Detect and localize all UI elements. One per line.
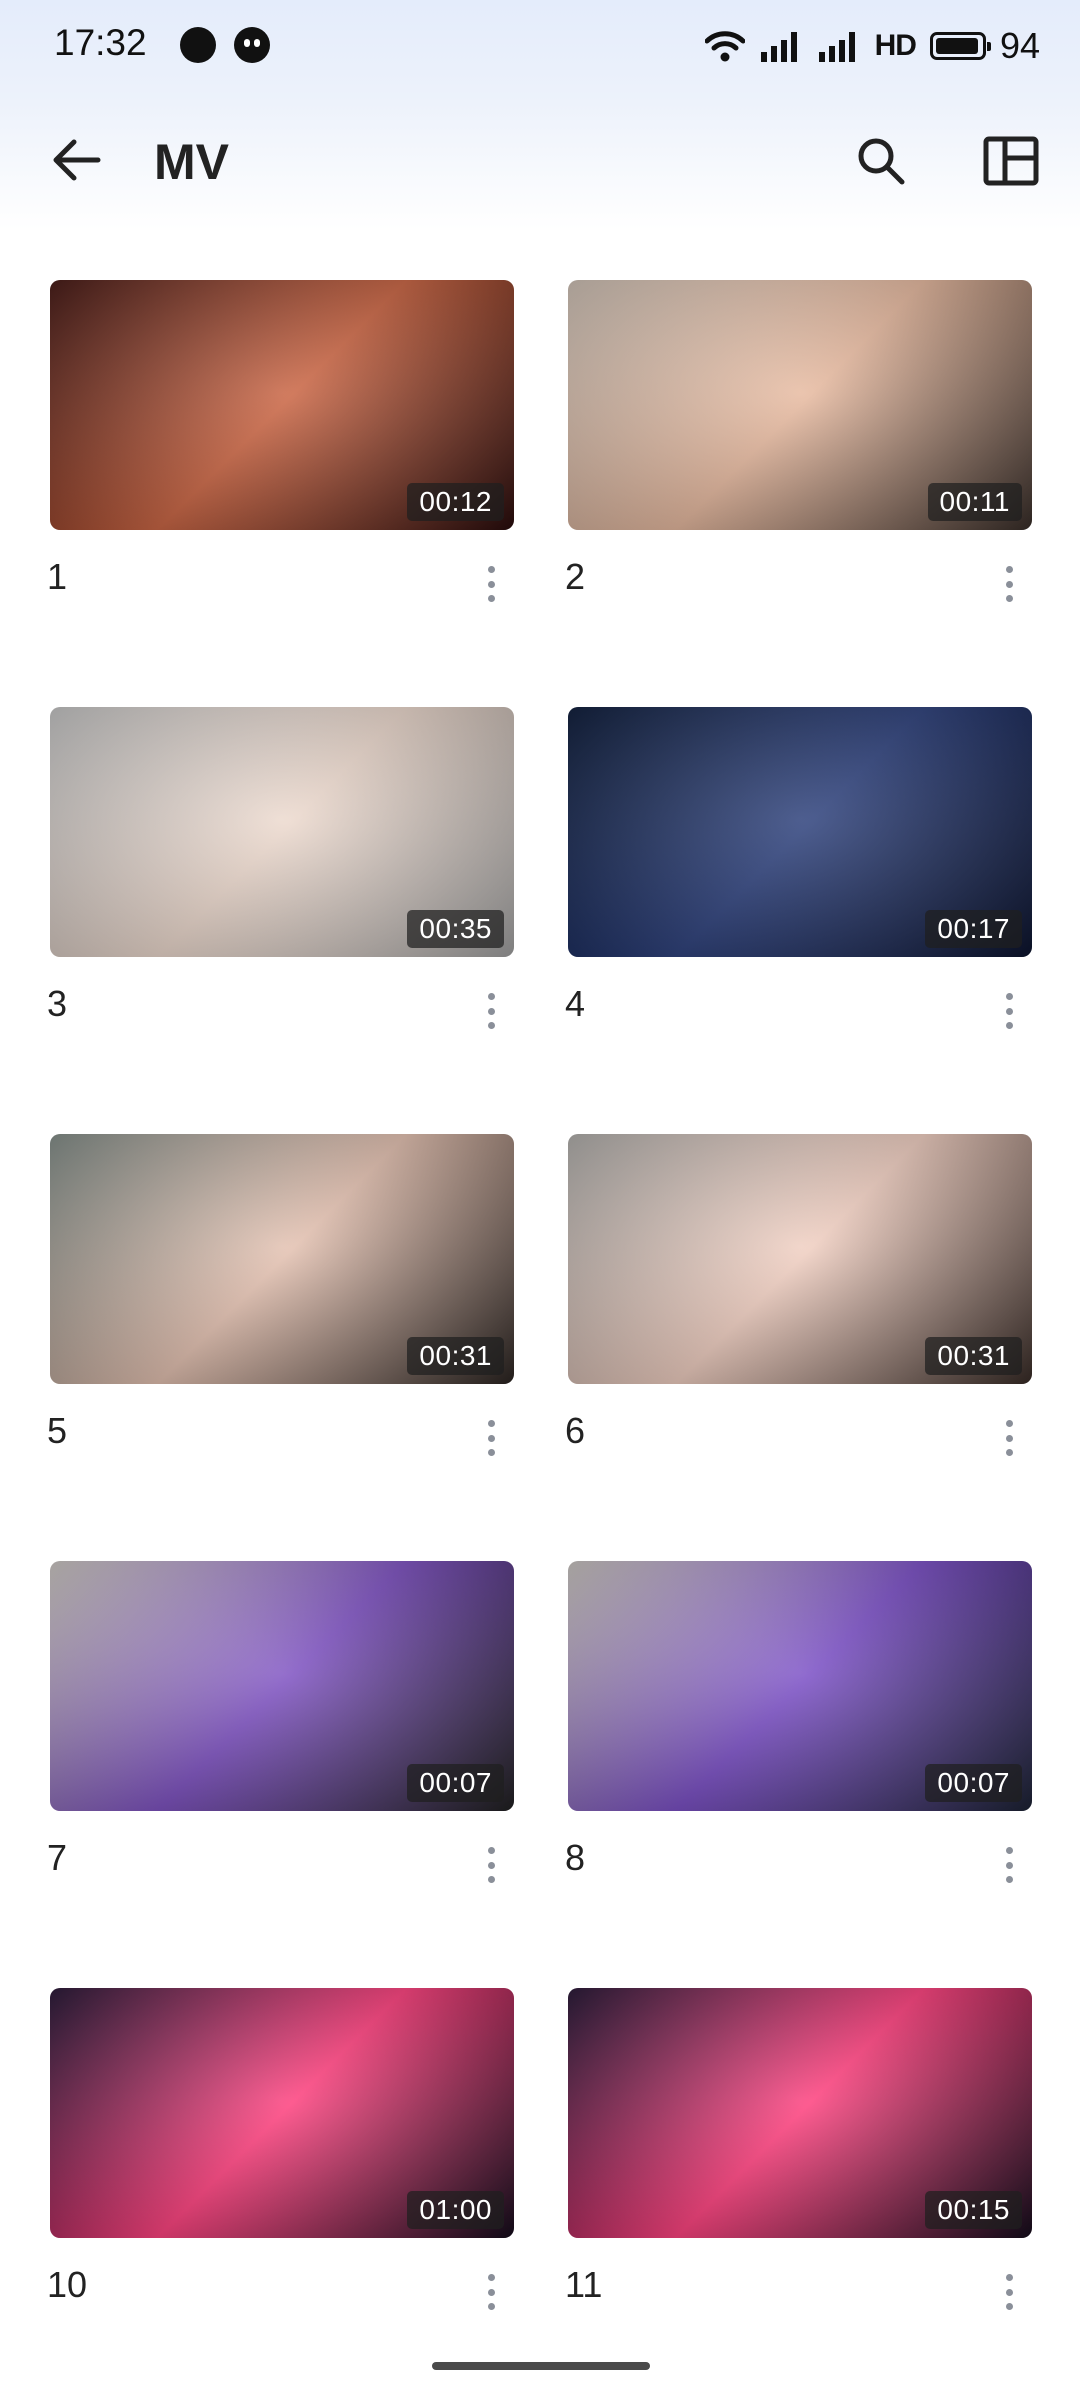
video-thumbnail[interactable]: 00:07 (568, 1561, 1032, 1811)
video-title: 6 (565, 1410, 586, 1451)
duration-badge: 00:17 (925, 910, 1022, 948)
arrow-left-icon (50, 138, 102, 187)
duration-badge: 00:12 (407, 483, 504, 521)
search-button[interactable] (846, 128, 916, 198)
duration-badge: 00:07 (925, 1764, 1022, 1802)
video-thumbnail[interactable]: 00:11 (568, 280, 1032, 530)
battery-percent: 94 (999, 25, 1040, 66)
video-thumbnail[interactable]: 01:00 (50, 1988, 514, 2238)
video-title: 10 (47, 2264, 88, 2305)
duration-badge: 00:07 (407, 1764, 504, 1802)
status-bar: 17:32 HD 94 (0, 0, 1080, 90)
signal-5g-icon (759, 28, 803, 64)
video-thumbnail[interactable]: 00:12 (50, 280, 514, 530)
more-options-button[interactable] (478, 989, 504, 1033)
duration-badge: 01:00 (407, 2191, 504, 2229)
status-time: 17:32 (54, 22, 147, 63)
search-icon (855, 135, 907, 192)
duration-badge: 00:31 (407, 1337, 504, 1375)
video-title: 1 (47, 556, 68, 597)
more-options-button[interactable] (478, 1843, 504, 1887)
more-options-button[interactable] (478, 562, 504, 606)
notification-icon (180, 27, 216, 63)
more-options-button[interactable] (996, 562, 1022, 606)
app-bar: MV (0, 110, 1080, 210)
battery-icon (929, 32, 991, 60)
layout-toggle-icon (983, 136, 1039, 191)
more-options-button[interactable] (996, 2270, 1022, 2314)
video-title: 3 (47, 983, 68, 1024)
video-thumbnail[interactable]: 00:17 (568, 707, 1032, 957)
video-thumbnail[interactable]: 00:31 (568, 1134, 1032, 1384)
video-title: 4 (565, 983, 586, 1024)
more-options-button[interactable] (478, 2270, 504, 2314)
video-title: 11 (565, 2264, 603, 2305)
wifi-icon (704, 29, 745, 63)
more-options-button[interactable] (996, 1416, 1022, 1460)
chat-notification-icon (234, 27, 270, 63)
more-options-button[interactable] (996, 989, 1022, 1033)
back-button[interactable] (40, 130, 112, 194)
more-options-button[interactable] (996, 1843, 1022, 1887)
duration-badge: 00:15 (925, 2191, 1022, 2229)
video-thumbnail[interactable]: 00:35 (50, 707, 514, 957)
more-options-button[interactable] (478, 1416, 504, 1460)
home-indicator[interactable] (432, 2362, 650, 2370)
video-title: 2 (565, 556, 586, 597)
duration-badge: 00:31 (925, 1337, 1022, 1375)
signal-5g-icon (817, 28, 861, 64)
layout-toggle-button[interactable] (976, 128, 1046, 198)
video-title: 8 (565, 1837, 586, 1878)
video-title: 7 (47, 1837, 68, 1878)
video-thumbnail[interactable]: 00:15 (568, 1988, 1032, 2238)
page-title: MV (154, 134, 229, 190)
duration-badge: 00:35 (407, 910, 504, 948)
video-thumbnail[interactable]: 00:31 (50, 1134, 514, 1384)
duration-badge: 00:11 (927, 483, 1022, 521)
video-title: 5 (47, 1410, 68, 1451)
network-badge: HD (874, 29, 917, 62)
status-icons: HD 94 (704, 22, 1040, 70)
video-thumbnail[interactable]: 00:07 (50, 1561, 514, 1811)
